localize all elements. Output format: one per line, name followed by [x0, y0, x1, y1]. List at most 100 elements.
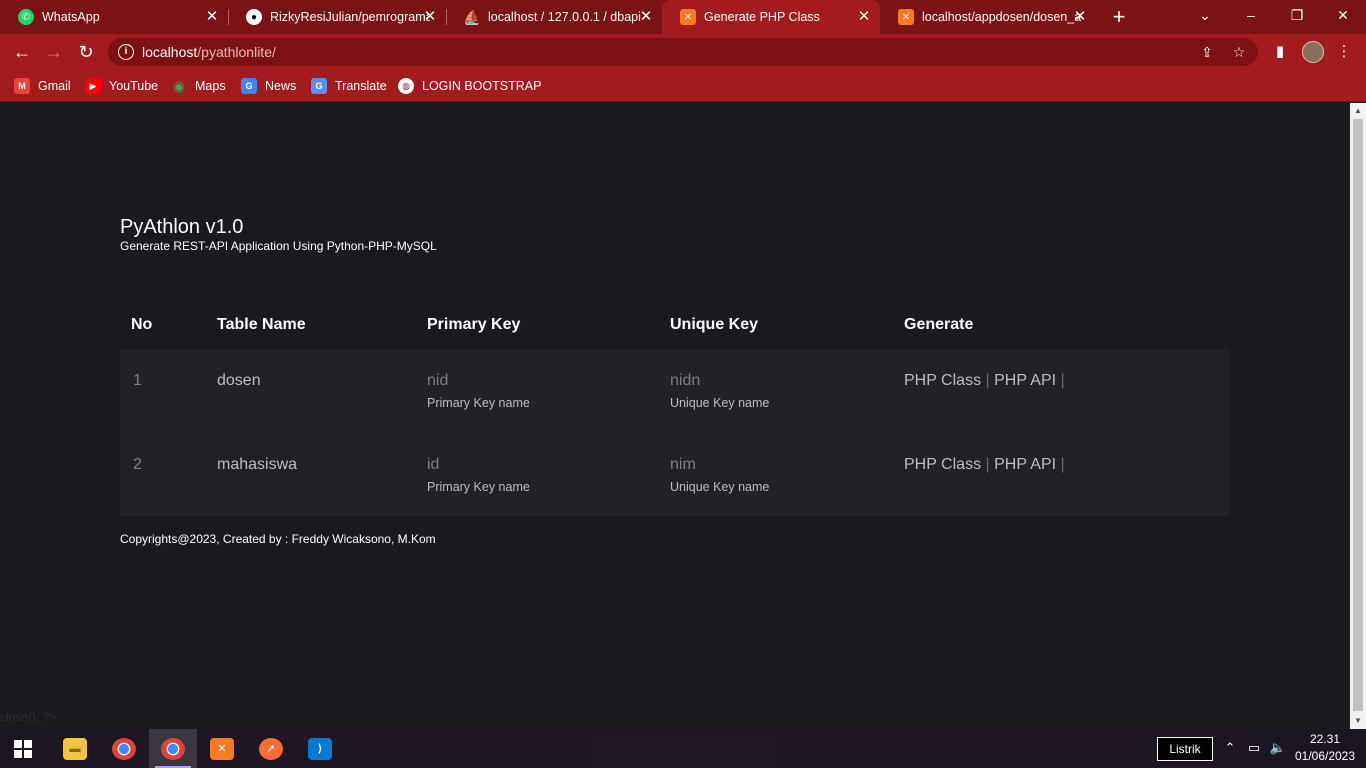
- profile-avatar[interactable]: [1302, 41, 1324, 63]
- link-separator: |: [1060, 456, 1065, 473]
- maps-icon: ◉: [172, 77, 186, 94]
- bookmark-label: YouTube: [109, 79, 159, 93]
- taskbar-xampp[interactable]: ✕: [198, 729, 246, 768]
- bookmark-translate[interactable]: G Translate: [311, 76, 387, 96]
- browser-tab-strip: ✆ WhatsApp ✕ ● RizkyResiJulian/pemrogram…: [0, 0, 1366, 34]
- restore-button[interactable]: ❐: [1274, 0, 1320, 34]
- taskbar-vscode[interactable]: ⟩: [296, 729, 344, 768]
- bookmark-youtube[interactable]: ▶ YouTube: [85, 76, 158, 96]
- back-button[interactable]: ←: [9, 39, 35, 65]
- scrollbar-thumb[interactable]: [1353, 119, 1363, 711]
- taskbar-file-explorer[interactable]: ▬: [51, 729, 99, 768]
- bookmark-login-bootstrap[interactable]: ◍ LOGIN BOOTSTRAP: [398, 76, 541, 96]
- chrome-profile-icon: [161, 737, 185, 760]
- tab-generate-php-class[interactable]: ✕ Generate PHP Class ✕: [662, 0, 880, 34]
- bookmark-label: LOGIN BOOTSTRAP: [422, 79, 542, 93]
- close-icon[interactable]: ✕: [422, 9, 438, 25]
- close-icon[interactable]: ✕: [1072, 9, 1088, 25]
- column-header-generate: Generate: [904, 316, 974, 333]
- vscode-icon: ⟩: [308, 737, 332, 760]
- taskbar-chrome[interactable]: [100, 729, 148, 768]
- footer-copyright: Copyrights@2023, Created by : Freddy Wic…: [120, 532, 436, 546]
- address-bar[interactable]: i localhost/pyathlonlite/ ⇪ ☆: [108, 38, 1258, 66]
- bookmark-label: Maps: [195, 79, 226, 93]
- page-subtitle: Generate REST-API Application Using Pyth…: [120, 239, 437, 253]
- close-icon[interactable]: ✕: [638, 9, 654, 25]
- forward-button[interactable]: →: [41, 39, 67, 65]
- tab-search-chevron-icon[interactable]: ⌄: [1182, 0, 1228, 34]
- column-header-primary-key: Primary Key: [427, 316, 521, 333]
- close-icon[interactable]: ✕: [856, 9, 872, 25]
- url-host: localhost: [142, 44, 198, 60]
- taskbar-postman[interactable]: ➚: [247, 729, 295, 768]
- taskbar-clock[interactable]: 22.31 01/06/2023: [1290, 731, 1360, 765]
- phpmyadmin-icon: ⛵: [463, 8, 481, 25]
- close-window-button[interactable]: ✕: [1320, 0, 1366, 34]
- gmail-icon: M: [14, 78, 30, 94]
- generate-links: PHP Class | PHP API |: [904, 372, 1065, 390]
- address-url[interactable]: localhost/pyathlonlite/: [142, 44, 276, 60]
- volume-icon[interactable]: 🔈: [1269, 739, 1287, 757]
- windows-taskbar: ▬ ✕ ➚ ⟩ Listrik ⌃ ▭ 🔈 22.31 01/06/2023: [0, 729, 1366, 768]
- bookmark-maps[interactable]: ◉ Maps: [171, 76, 226, 96]
- news-icon: G: [241, 78, 257, 94]
- column-header-unique-key: Unique Key: [670, 316, 759, 333]
- table-name-cell: mahasiswa: [217, 456, 298, 473]
- clock-time: 22.31: [1309, 732, 1341, 746]
- primary-key-value: nid: [427, 372, 449, 389]
- unique-key-value: nim: [670, 456, 696, 473]
- menu-kebab-icon[interactable]: ⋮: [1334, 42, 1354, 62]
- site-info-icon[interactable]: i: [118, 44, 134, 60]
- php-class-link[interactable]: PHP Class: [904, 456, 981, 473]
- url-path: /pyathlonlite/: [197, 44, 276, 60]
- battery-icon[interactable]: ▭: [1245, 739, 1263, 757]
- browser-toolbar: ← → ↻ i localhost/pyathlonlite/ ⇪ ☆ ▮ ⋮: [0, 34, 1366, 70]
- link-separator: |: [985, 372, 990, 389]
- column-header-no: No: [131, 316, 153, 333]
- page-scrollbar[interactable]: ▲ ▼: [1350, 103, 1366, 729]
- table-name-cell: dosen: [217, 372, 261, 389]
- tab-appdosen[interactable]: ✕ localhost/appdosen/dosen_a ✕: [880, 0, 1096, 34]
- scroll-up-icon[interactable]: ▲: [1350, 103, 1366, 119]
- unique-key-value: nidn: [670, 372, 701, 389]
- stray-code-text: close(); ?>: [0, 710, 57, 724]
- bookmark-star-icon[interactable]: ☆: [1230, 43, 1248, 61]
- new-tab-button[interactable]: +: [1108, 4, 1130, 30]
- globe-icon: ◍: [398, 78, 414, 94]
- reload-button[interactable]: ↻: [73, 39, 99, 65]
- bookmark-news[interactable]: G News: [241, 76, 296, 96]
- tab-phpmyadmin[interactable]: ⛵ localhost / 127.0.0.1 / dbapi / ✕: [446, 0, 662, 34]
- taskbar-chrome-profile[interactable]: [149, 729, 197, 768]
- github-icon: ●: [246, 9, 262, 25]
- translate-icon: G: [311, 78, 327, 94]
- file-explorer-icon: ▬: [63, 737, 87, 760]
- share-icon[interactable]: ⇪: [1198, 43, 1216, 61]
- php-api-link[interactable]: PHP API: [994, 456, 1056, 473]
- xampp-icon: ✕: [210, 737, 234, 760]
- tab-title: Generate PHP Class: [704, 10, 820, 24]
- windows-start-icon[interactable]: [14, 740, 32, 758]
- bookmarks-bar: M Gmail ▶ YouTube ◉ Maps G News G Transl…: [0, 70, 1366, 102]
- tab-github[interactable]: ● RizkyResiJulian/pemrograman ✕: [228, 0, 446, 34]
- close-icon[interactable]: ✕: [204, 9, 220, 25]
- table-body: 1 dosen nid Primary Key name nidn Unique…: [120, 349, 1230, 516]
- unique-key-label: Unique Key name: [670, 480, 770, 494]
- youtube-icon: ▶: [85, 78, 101, 94]
- tab-title: RizkyResiJulian/pemrograman: [270, 10, 430, 24]
- bookmark-label: Gmail: [38, 79, 71, 93]
- tab-title: localhost / 127.0.0.1 / dbapi /: [488, 10, 643, 24]
- clock-date: 01/06/2023: [1294, 749, 1356, 763]
- page-title: PyAthlon v1.0: [120, 216, 244, 238]
- php-api-link[interactable]: PHP API: [994, 372, 1056, 389]
- xampp-icon: ✕: [898, 9, 914, 25]
- tray-tooltip-listrik: Listrik: [1157, 737, 1213, 761]
- php-class-link[interactable]: PHP Class: [904, 372, 981, 389]
- bookmark-label: Translate: [335, 79, 387, 93]
- bookmark-gmail[interactable]: M Gmail: [14, 76, 71, 96]
- tab-whatsapp[interactable]: ✆ WhatsApp ✕: [0, 0, 228, 34]
- xampp-icon: ✕: [680, 9, 696, 25]
- side-panel-icon[interactable]: ▮: [1270, 42, 1290, 62]
- tray-chevron-up-icon[interactable]: ⌃: [1221, 739, 1239, 757]
- minimize-button[interactable]: –: [1228, 0, 1274, 34]
- scroll-down-icon[interactable]: ▼: [1350, 713, 1366, 729]
